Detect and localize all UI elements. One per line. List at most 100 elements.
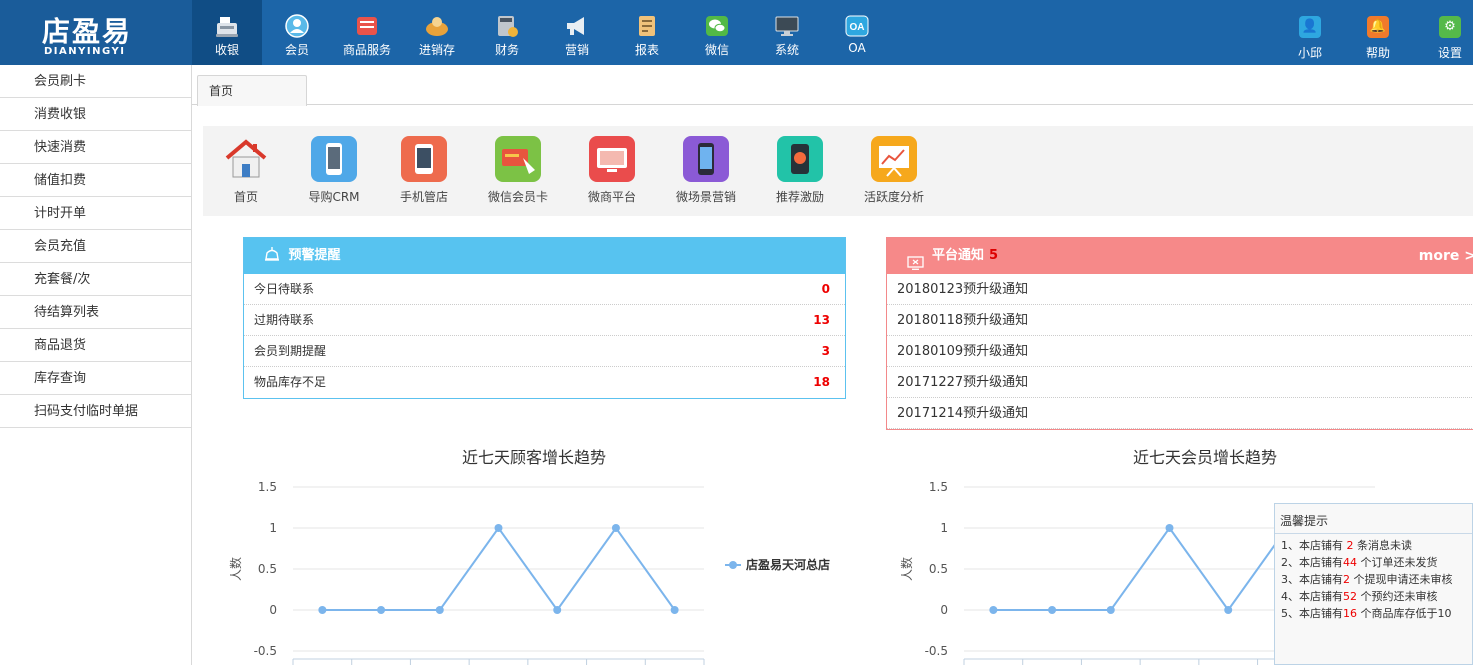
sidebar-item[interactable]: 储值扣费 xyxy=(0,164,191,197)
warning-row[interactable]: 物品库存不足 18 xyxy=(244,367,845,398)
warning-row[interactable]: 过期待联系 13 xyxy=(244,305,845,336)
tip-post: 个提现申请还未审核 xyxy=(1350,573,1453,586)
notice-count: 5 xyxy=(989,248,999,263)
nav-item-label: 营销 xyxy=(564,43,589,57)
data-point[interactable] xyxy=(989,606,998,614)
mobile-store-icon xyxy=(401,136,447,182)
nav-item-inventory[interactable]: 进销存 xyxy=(402,0,472,65)
app-phone-crm[interactable]: 导购CRM xyxy=(289,134,379,205)
warning-row[interactable]: 会员到期提醒 3 xyxy=(244,336,845,367)
sidebar-item[interactable]: 会员刷卡 xyxy=(0,65,191,98)
notice-row[interactable]: 20180109预升级通知 xyxy=(887,336,1473,367)
notice-row[interactable]: 20180123预升级通知 xyxy=(887,274,1473,305)
tip-post: 个商品库存低于10 xyxy=(1357,607,1452,620)
y-tick-label: 0.5 xyxy=(258,562,277,576)
sidebar-item[interactable]: 商品退货 xyxy=(0,329,191,362)
more-link[interactable]: more > xyxy=(1419,238,1473,274)
sidebar-item[interactable]: 库存查询 xyxy=(0,362,191,395)
app-home[interactable]: 首页 xyxy=(201,134,291,205)
notice-panel: 平台通知 5 more > 20180123预升级通知 20180118预升级通知 2… xyxy=(886,237,1473,430)
tip-line: 2、本店铺有44 个订单还未发货 xyxy=(1275,554,1472,571)
nav-item-finance[interactable]: 财务 xyxy=(472,0,542,65)
nav-item-label: 报表 xyxy=(634,43,659,57)
data-point[interactable] xyxy=(435,606,444,614)
warning-row-count: 13 xyxy=(813,313,830,327)
app-label: 手机管店 xyxy=(399,190,448,204)
phone-crm-icon xyxy=(311,136,357,182)
app-referral[interactable]: 推荐激励 xyxy=(755,134,845,205)
tip-pre: 1、本店铺有 xyxy=(1281,539,1347,552)
sidebar-item[interactable]: 会员充值 xyxy=(0,230,191,263)
data-point[interactable] xyxy=(611,524,620,532)
nav-item-oa[interactable]: OA OA xyxy=(822,0,892,65)
app-mobile-store[interactable]: 手机管店 xyxy=(379,134,469,205)
data-point[interactable] xyxy=(670,606,679,614)
notice-row[interactable]: 20171214预升级通知 xyxy=(887,398,1473,429)
goods-icon xyxy=(354,14,380,38)
notice-row[interactable]: 20180118预升级通知 xyxy=(887,305,1473,336)
notice-panel-title: 平台通知 xyxy=(932,248,985,263)
brand-name-en: DIANYINGYI xyxy=(44,46,126,57)
tip-num: 16 xyxy=(1343,607,1357,620)
sidebar-item[interactable]: 快速消费 xyxy=(0,131,191,164)
data-point[interactable] xyxy=(318,606,327,614)
y-tick-label: 1.5 xyxy=(929,480,948,494)
tip-num: 2 xyxy=(1343,573,1350,586)
notice-panel-header: 平台通知 5 more > xyxy=(887,238,1473,274)
data-point[interactable] xyxy=(1048,606,1057,614)
sidebar-item[interactable]: 充套餐/次 xyxy=(0,263,191,296)
brand-logo[interactable]: 店盈易 DIANYINGYI xyxy=(0,0,192,65)
app-micro-scene[interactable]: 微场景营销 xyxy=(661,134,751,205)
notice-row[interactable]: 20171227预升级通知 xyxy=(887,367,1473,398)
warning-row[interactable]: 今日待联系 0 xyxy=(244,274,845,305)
nav-item-goods[interactable]: 商品服务 xyxy=(332,0,402,65)
nav-item-label: 微信 xyxy=(704,43,729,57)
app-label: 导购CRM xyxy=(308,190,360,204)
warning-panel: 预警提醒 今日待联系 0 过期待联系 13 会员到期提醒 3 物品库存不足 18 xyxy=(243,237,846,399)
warning-row-label: 物品库存不足 xyxy=(254,375,327,389)
topright-label: 帮助 xyxy=(1365,46,1390,60)
data-point[interactable] xyxy=(377,606,386,614)
topright-user[interactable]: 👤 小邱 xyxy=(1280,0,1340,65)
user-icon: 👤 xyxy=(1299,16,1321,38)
sidebar-item[interactable]: 消费收银 xyxy=(0,98,191,131)
legend-label[interactable]: 店盈易天河总店 xyxy=(746,557,830,572)
nav-item-megaphone[interactable]: 营销 xyxy=(542,0,612,65)
app-activity-analysis[interactable]: 活跃度分析 xyxy=(849,134,939,205)
more-link-label: more xyxy=(1418,248,1460,264)
data-point[interactable] xyxy=(494,524,503,532)
tips-popup: 温馨提示 1、本店铺有 2 条消息未读 2、本店铺有44 个订单还未发货 3、本店铺… xyxy=(1274,503,1473,665)
tab-bar: 首页 xyxy=(192,65,1473,106)
app-wechat-shop[interactable]: 微商平台 xyxy=(567,134,657,205)
nav-item-cash-register[interactable]: 收银 xyxy=(192,0,262,65)
nav-item-member[interactable]: 会员 xyxy=(262,0,332,65)
tab-home[interactable]: 首页 xyxy=(197,75,307,106)
topright-gear[interactable]: ⚙ 设置 xyxy=(1420,0,1473,65)
sidebar-item[interactable]: 待结算列表 xyxy=(0,296,191,329)
app-label: 活跃度分析 xyxy=(863,190,924,204)
tip-line: 3、本店铺有2 个提现申请还未审核 xyxy=(1275,571,1472,588)
data-point[interactable] xyxy=(553,606,562,614)
nav-item-report[interactable]: 报表 xyxy=(612,0,682,65)
y-tick-label: 0 xyxy=(269,603,277,617)
topright-bell[interactable]: 🔔 帮助 xyxy=(1348,0,1408,65)
nav-item-monitor[interactable]: 系统 xyxy=(752,0,822,65)
data-point[interactable] xyxy=(1106,606,1115,614)
sidebar-item[interactable]: 计时开单 xyxy=(0,197,191,230)
chart-title: 近七天顾客增长趋势 xyxy=(462,448,606,467)
activity-analysis-icon xyxy=(871,136,917,182)
app-wechat-card[interactable]: 微信会员卡 xyxy=(473,134,563,205)
wechat-icon xyxy=(704,14,730,38)
nav-item-wechat[interactable]: 微信 xyxy=(682,0,752,65)
sidebar-item[interactable]: 扫码支付临时单据 xyxy=(0,395,191,428)
y-tick-label: 1 xyxy=(269,521,277,535)
warning-row-count: 3 xyxy=(821,344,830,358)
quick-app-bar: 首页 导购CRM 手机管店 微信会员卡 微商平台 微场景营销 推荐激励 活跃度分析 xyxy=(203,126,1473,216)
tip-pre: 2、本店铺有 xyxy=(1281,556,1343,569)
tip-line: 1、本店铺有 2 条消息未读 xyxy=(1275,537,1472,554)
nav-item-label: 财务 xyxy=(494,43,519,57)
oa-icon: OA xyxy=(844,14,870,38)
y-tick-label: -0.5 xyxy=(254,644,277,658)
data-point[interactable] xyxy=(1165,524,1174,532)
data-point[interactable] xyxy=(1224,606,1233,614)
